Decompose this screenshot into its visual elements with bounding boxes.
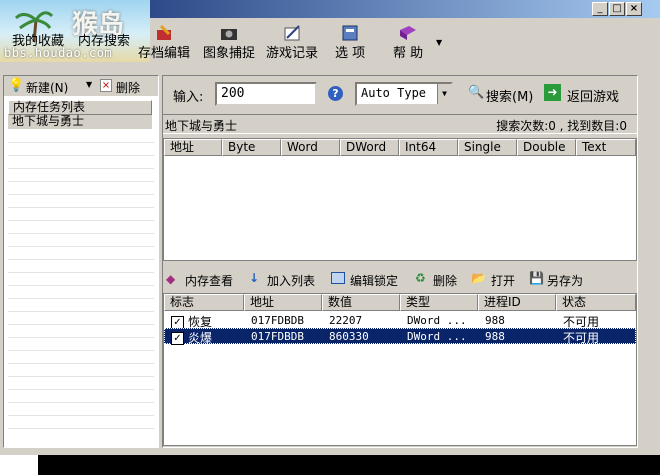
task-list-header: 内存任务列表 — [8, 100, 152, 115]
memory-view-icon: ◆ — [166, 272, 176, 286]
new-dropdown-icon[interactable]: ▼ — [86, 80, 92, 89]
row-value: 22207 — [329, 314, 363, 327]
search-button[interactable]: 搜索(M) — [486, 86, 533, 105]
main-window: _ □ × 猴岛 bbs.houdao.com 我的收藏 内存搜索 存档编辑 图… — [0, 0, 660, 455]
close-button[interactable]: × — [626, 2, 642, 16]
return-arrow-icon: ➜ — [544, 84, 561, 101]
col-text[interactable]: Text — [576, 139, 636, 156]
help-dropdown-arrow-icon[interactable]: ▼ — [436, 38, 442, 47]
row-pid: 988 — [485, 330, 505, 343]
game-record-label: 游戏记录 — [266, 46, 319, 61]
process-name: 地下城与勇士 — [165, 119, 238, 133]
camera-icon — [221, 29, 237, 40]
search-icon: 🔍 — [468, 85, 485, 100]
help-icon[interactable]: ? — [328, 86, 343, 101]
memory-view-button[interactable]: 内存查看 — [185, 272, 233, 289]
new-task-button[interactable]: 新建(N) — [26, 79, 68, 96]
floppy-edit-icon — [157, 24, 171, 40]
search-results-grid[interactable]: 地址 Byte Word DWord Int64 Single Double T… — [163, 138, 637, 261]
row-address: 017FDBDB — [251, 314, 304, 327]
col-single[interactable]: Single — [458, 139, 517, 156]
minimize-button[interactable]: _ — [592, 2, 608, 16]
table-row-selected[interactable]: ✓ 炎爆 017FDBDB 860330 DWord ... 988 不可用 — [164, 328, 636, 346]
row-checkbox[interactable]: ✓ 炎爆 — [171, 329, 212, 346]
save-as-icon: 💾 — [529, 271, 544, 285]
col-int64[interactable]: Int64 — [399, 139, 458, 156]
col-locked-address[interactable]: 地址 — [244, 294, 322, 311]
options-label: 选 项 — [335, 46, 366, 61]
search-value-input[interactable]: 200 — [215, 82, 317, 106]
row-flag: 恢复 — [188, 315, 213, 329]
task-item-selected[interactable]: 地下城与勇士 — [8, 115, 152, 129]
help-book-icon — [400, 26, 417, 40]
col-pid[interactable]: 进程ID — [478, 294, 556, 311]
delete-task-button[interactable]: 删除 — [116, 79, 140, 96]
edit-lock-button[interactable]: 编辑锁定 — [350, 272, 398, 289]
col-value[interactable]: 数值 — [322, 294, 400, 311]
col-status[interactable]: 状态 — [556, 294, 636, 311]
search-status: 搜索次数:0 , 找到数目:0 — [496, 119, 627, 133]
chevron-down-icon[interactable]: ▼ — [437, 84, 451, 104]
bulb-icon: 💡 — [8, 78, 25, 93]
favorites-label: 我的收藏 — [12, 34, 65, 49]
add-to-list-button[interactable]: 加入列表 — [267, 272, 315, 289]
task-list-panel: 💡 新建(N) ▼ × 删除 内存任务列表 地下城与勇士 — [3, 75, 159, 448]
col-dword[interactable]: DWord — [340, 139, 399, 156]
row-type: DWord ... — [407, 314, 467, 327]
toolbar-save-edit[interactable]: 存档编辑 — [138, 24, 190, 61]
col-byte[interactable]: Byte — [222, 139, 281, 156]
toolbar-game-record[interactable]: 游戏记录 — [266, 24, 318, 61]
col-double[interactable]: Double — [517, 139, 576, 156]
toolbar-options[interactable]: 选 项 — [335, 24, 365, 61]
open-button[interactable]: 打开 — [491, 272, 515, 289]
task-toolbar: 💡 新建(N) ▼ × 删除 — [4, 76, 158, 96]
check-icon: ✓ — [171, 332, 184, 345]
type-select-value: Auto Type — [361, 86, 427, 100]
pen-icon — [284, 25, 300, 41]
open-folder-icon: 📂 — [471, 271, 486, 285]
add-list-icon: ↓ — [249, 271, 260, 285]
memory-search-label: 内存搜索 — [78, 34, 131, 49]
col-type[interactable]: 类型 — [400, 294, 478, 311]
row-address: 017FDBDB — [251, 330, 304, 343]
save-as-button[interactable]: 另存为 — [547, 272, 583, 289]
row-pid: 988 — [485, 314, 505, 327]
capture-label: 图象捕捉 — [203, 46, 256, 61]
locked-list-header: 标志 地址 数值 类型 进程ID 状态 — [164, 294, 636, 311]
return-to-game-button[interactable]: 返回游戏 — [567, 86, 619, 105]
search-results-header: 地址 Byte Word DWord Int64 Single Double T… — [164, 139, 636, 156]
delete-locked-button[interactable]: 删除 — [433, 272, 457, 289]
edit-lock-icon — [331, 272, 345, 284]
save-edit-label: 存档编辑 — [138, 46, 191, 61]
col-word[interactable]: Word — [281, 139, 340, 156]
row-status: 不可用 — [563, 331, 600, 345]
row-flag: 炎爆 — [188, 331, 213, 345]
locked-toolbar: ◆ 内存查看 ↓ 加入列表 编辑锁定 ♻ 删除 📂 打开 💾 另存为 — [163, 269, 637, 289]
table-row[interactable]: ✓ 恢复 017FDBDB 22207 DWord ... 988 不可用 — [164, 312, 636, 329]
input-label: 输入: — [173, 90, 204, 105]
status-bar: 地下城与勇士 搜索次数:0 , 找到数目:0 — [163, 114, 637, 134]
toolbar-capture[interactable]: 图象捕捉 — [203, 24, 255, 61]
locked-list-grid[interactable]: 标志 地址 数值 类型 进程ID 状态 ✓ 恢复 017FDBDB 22207 D… — [163, 293, 637, 446]
options-icon — [342, 25, 358, 41]
col-flag[interactable]: 标志 — [164, 294, 244, 311]
delete-locked-icon: ♻ — [415, 271, 426, 285]
toolbar-favorites[interactable]: 我的收藏 — [12, 30, 64, 49]
toolbar-memory-search[interactable]: 内存搜索 — [78, 30, 130, 49]
toolbar-help[interactable]: 帮 助 — [393, 24, 423, 61]
taskbar-fragment — [0, 455, 38, 475]
search-panel: 输入: 200 ? Auto Type ▼ 🔍 搜索(M) ➜ 返回游戏 地下城… — [162, 75, 638, 448]
col-address[interactable]: 地址 — [164, 139, 222, 156]
row-value: 860330 — [329, 330, 369, 343]
delete-icon: × — [100, 79, 112, 92]
help-label: 帮 助 — [393, 46, 424, 61]
row-type: DWord ... — [407, 330, 467, 343]
type-select[interactable]: Auto Type ▼ — [355, 82, 453, 106]
maximize-button[interactable]: □ — [609, 2, 625, 16]
